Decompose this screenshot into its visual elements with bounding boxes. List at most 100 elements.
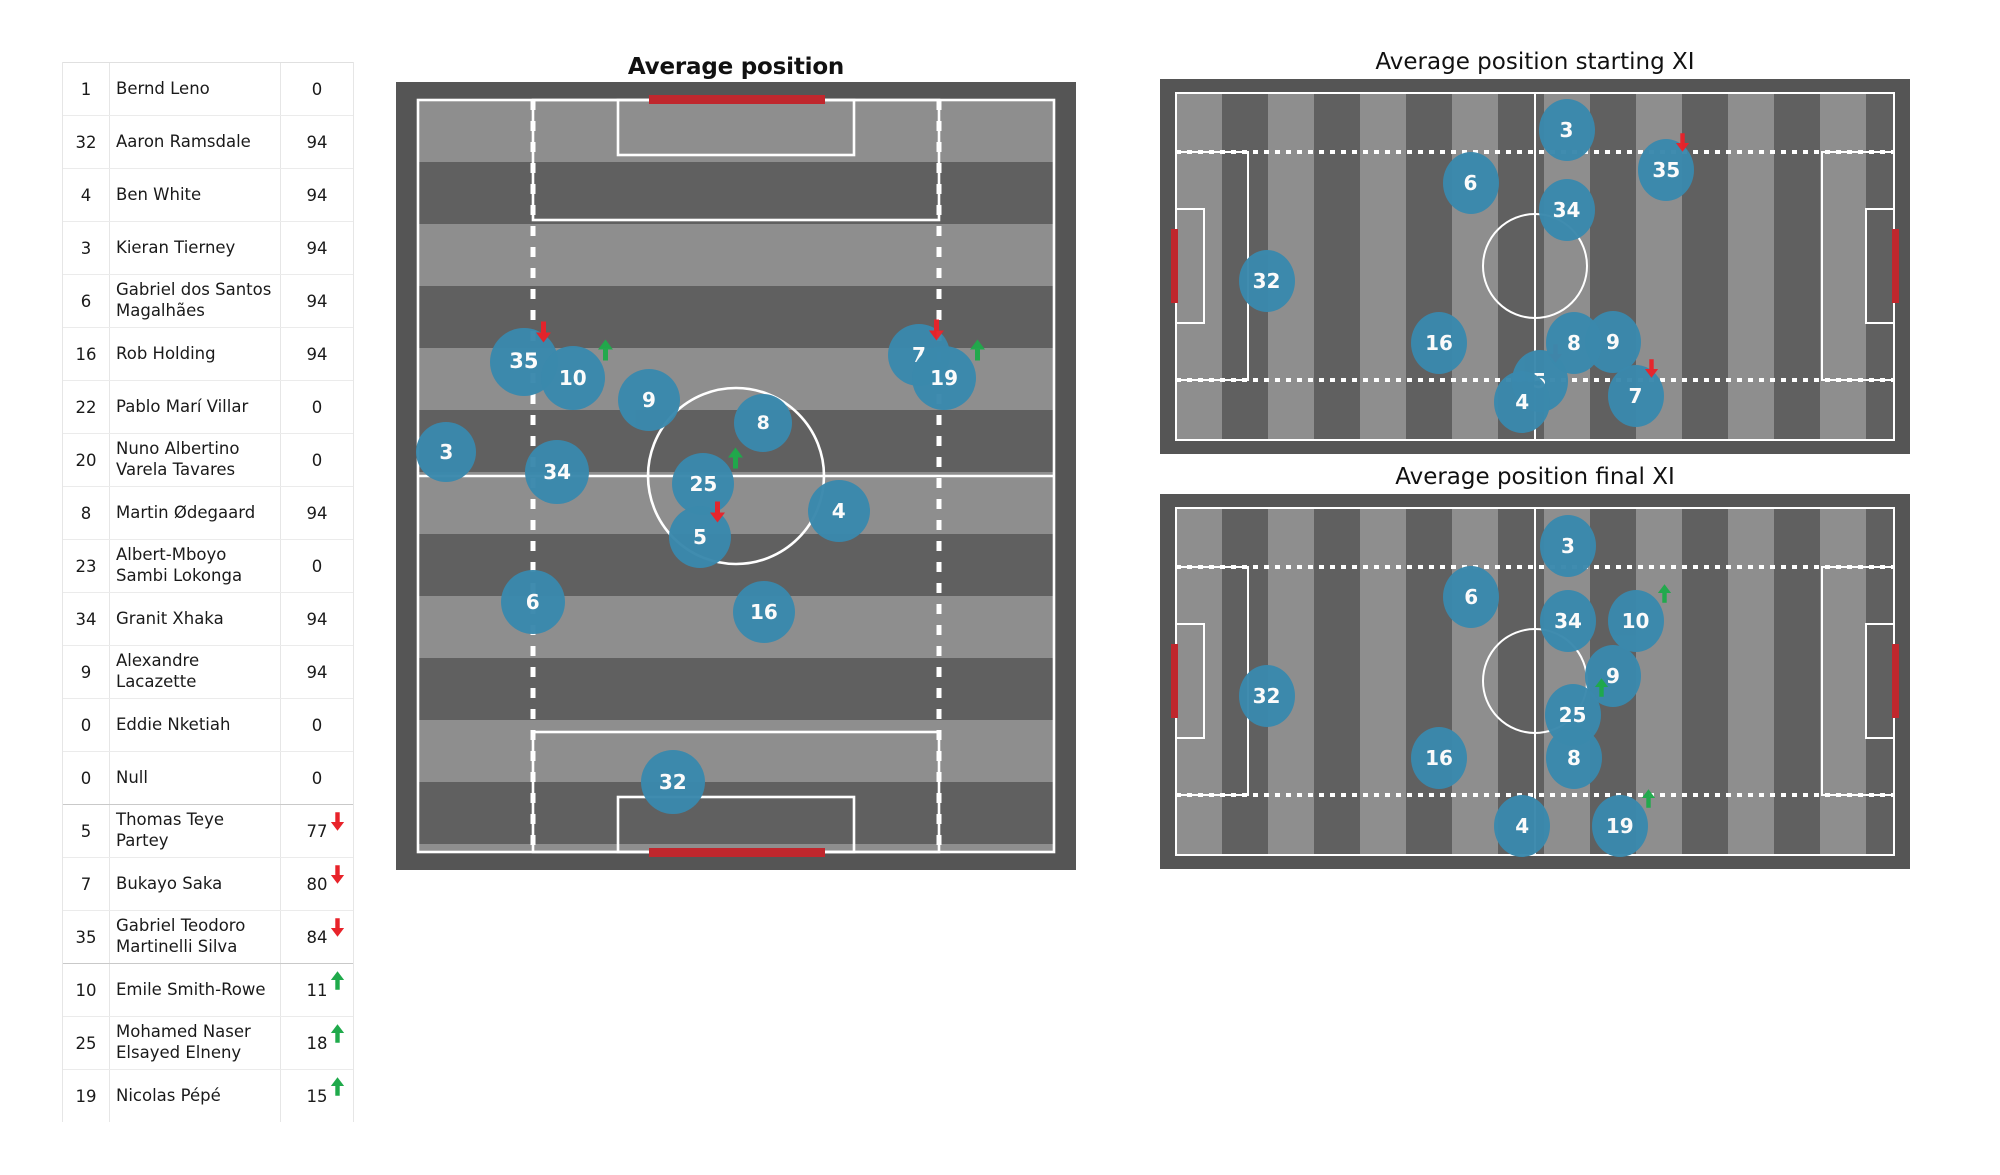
player-minutes: 94 xyxy=(306,238,328,258)
player-number: 10 xyxy=(75,980,97,1000)
lineup-row: 20 Nuno Albertino Varela Tavares 0 xyxy=(63,433,353,486)
player-name: Kieran Tierney xyxy=(109,222,281,274)
player-name: Gabriel dos Santos Magalhães xyxy=(109,275,281,327)
player-name: Rob Holding xyxy=(109,328,281,380)
player-marker-label: 10 xyxy=(1621,608,1650,633)
player-name: Null xyxy=(109,752,281,804)
player-minutes: 94 xyxy=(306,291,328,311)
lineup-row: 4 Ben White 94 xyxy=(63,168,353,221)
player-marker[interactable]: 16 xyxy=(1411,727,1467,790)
lineup-row: 34 Granit Xhaka 94 xyxy=(63,592,353,645)
player-minutes: 94 xyxy=(306,609,328,629)
player-marker[interactable]: 32 xyxy=(1238,664,1295,727)
lineup-row: 0 Eddie Nketiah 0 xyxy=(63,698,353,751)
goal-right xyxy=(1892,644,1899,718)
player-number: 8 xyxy=(80,503,92,523)
player-number: 22 xyxy=(75,397,97,417)
lineup-row: 7 Bukayo Saka 80 xyxy=(63,857,353,910)
player-name: Mohamed Naser Elsayed Elneny xyxy=(109,1017,281,1069)
player-marker[interactable]: 19 xyxy=(1591,789,1656,857)
sub-on-arrow-icon xyxy=(330,1076,345,1097)
player-name: Nuno Albertino Varela Tavares xyxy=(109,434,281,486)
final-xi-title: Average position final XI xyxy=(1395,464,1675,490)
player-marker-label: 32 xyxy=(1252,268,1281,293)
player-marker[interactable]: 6 xyxy=(1443,566,1500,629)
player-minutes: 94 xyxy=(306,185,328,205)
player-marker-label: 16 xyxy=(1425,331,1453,356)
player-marker[interactable]: 5 xyxy=(668,501,731,569)
player-number: 35 xyxy=(75,927,97,947)
player-marker[interactable]: 8 xyxy=(1546,727,1602,790)
player-minutes: 0 xyxy=(311,715,323,735)
player-marker-label: 16 xyxy=(1425,746,1453,771)
player-marker-label: 3 xyxy=(439,440,454,465)
player-number: 5 xyxy=(80,821,92,841)
player-marker-label: 34 xyxy=(543,460,572,485)
player-name: Nicolas Pépé xyxy=(109,1070,281,1122)
lineup-row: 22 Pablo Marí Villar 0 xyxy=(63,380,353,433)
player-marker[interactable]: 6 xyxy=(1442,151,1499,214)
lineup-row: 6 Gabriel dos Santos Magalhães 94 xyxy=(63,274,353,327)
player-name: Pablo Marí Villar xyxy=(109,381,281,433)
player-marker-label: 4 xyxy=(831,499,846,524)
player-minutes: 0 xyxy=(311,79,323,99)
player-minutes: 94 xyxy=(306,503,328,523)
player-number: 34 xyxy=(75,609,97,629)
player-marker[interactable]: 8 xyxy=(1546,312,1602,375)
player-marker[interactable]: 34 xyxy=(1540,589,1596,652)
player-marker[interactable]: 19 xyxy=(912,339,985,410)
lineup-row: 0 Null 0 xyxy=(63,751,353,804)
player-number: 7 xyxy=(80,874,92,894)
player-marker[interactable]: 4 xyxy=(1494,794,1551,857)
player-number: 4 xyxy=(80,185,92,205)
player-minutes: 0 xyxy=(311,768,323,788)
player-marker[interactable]: 10 xyxy=(540,339,614,410)
player-marker[interactable]: 32 xyxy=(640,749,705,814)
player-marker[interactable]: 7 xyxy=(1607,359,1664,427)
player-marker[interactable]: 6 xyxy=(500,570,565,635)
player-number: 16 xyxy=(75,344,97,364)
player-marker[interactable]: 4 xyxy=(1494,370,1551,433)
player-minutes: 0 xyxy=(311,450,323,470)
lineup-row: 23 Albert-Mboyo Sambi Lokonga 0 xyxy=(63,539,353,592)
player-minutes: 15 xyxy=(281,1070,353,1122)
player-marker-label: 35 xyxy=(1652,157,1681,182)
player-marker[interactable]: 8 xyxy=(734,394,793,453)
player-minutes: 18 xyxy=(281,1017,353,1069)
player-marker-label: 35 xyxy=(509,349,539,374)
player-minutes: 0 xyxy=(311,397,323,417)
lineup-row: 19 Nicolas Pépé 15 xyxy=(63,1069,353,1122)
player-minutes: 80 xyxy=(281,858,353,910)
player-marker[interactable]: 3 xyxy=(1540,515,1596,578)
player-number: 32 xyxy=(75,132,97,152)
player-marker[interactable]: 3 xyxy=(1538,99,1595,162)
player-marker-label: 10 xyxy=(558,365,587,390)
goal-bottom xyxy=(649,848,825,857)
player-marker[interactable]: 32 xyxy=(1238,249,1295,312)
sub-on-arrow-icon xyxy=(330,970,345,991)
player-marker-label: 32 xyxy=(1252,683,1281,708)
player-marker[interactable]: 34 xyxy=(1538,178,1595,241)
player-marker[interactable]: 16 xyxy=(1411,312,1467,375)
player-marker[interactable]: 34 xyxy=(525,440,590,505)
player-number: 6 xyxy=(80,291,92,311)
starting-xi-title: Average position starting XI xyxy=(1375,49,1695,75)
player-marker[interactable]: 9 xyxy=(617,369,680,432)
player-number: 23 xyxy=(75,556,97,576)
player-number: 3 xyxy=(80,238,92,258)
player-marker-label: 5 xyxy=(692,525,707,550)
player-minutes: 94 xyxy=(306,132,328,152)
player-marker-label: 9 xyxy=(1606,329,1620,354)
player-marker[interactable]: 16 xyxy=(732,581,795,644)
player-marker[interactable]: 35 xyxy=(1638,133,1695,201)
player-number: 25 xyxy=(75,1033,97,1053)
player-minutes: 0 xyxy=(311,556,323,576)
player-marker[interactable]: 10 xyxy=(1607,584,1672,652)
pitch-starting-xi: 335634932516847 xyxy=(1160,79,1910,454)
player-name: Eddie Nketiah xyxy=(109,699,281,751)
player-number: 19 xyxy=(75,1086,97,1106)
player-marker[interactable]: 4 xyxy=(807,480,870,543)
player-name: Aaron Ramsdale xyxy=(109,116,281,168)
player-marker-label: 7 xyxy=(1628,383,1643,408)
player-name: Martin Ødegaard xyxy=(109,487,281,539)
